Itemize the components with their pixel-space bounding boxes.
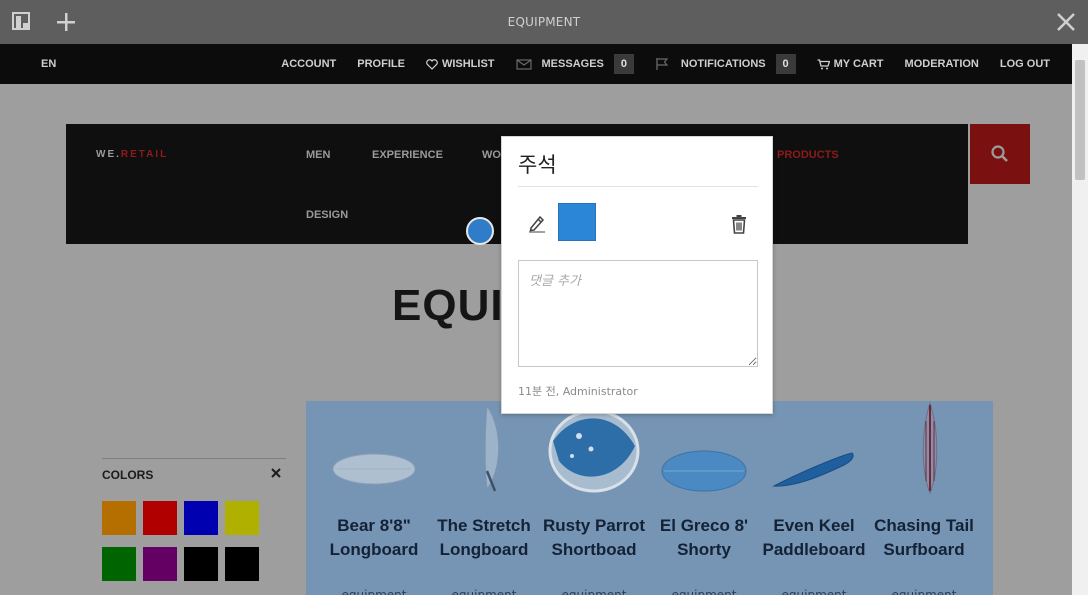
search-button[interactable] xyxy=(970,124,1030,184)
product-image xyxy=(429,401,539,506)
nav-item-men[interactable]: MEN xyxy=(306,149,330,161)
product-card[interactable]: The Stretch Longboard equipment xyxy=(429,401,539,595)
envelope-icon xyxy=(515,58,532,70)
annotation-popup: 주석 11분 전, Administrator xyxy=(501,136,773,414)
product-category: equipment xyxy=(451,588,517,595)
profile-link[interactable]: PROFILE xyxy=(357,58,405,70)
color-swatch[interactable] xyxy=(143,547,177,581)
annotation-color-picker[interactable] xyxy=(558,203,596,241)
notifications-label: NOTIFICATIONS xyxy=(680,58,766,70)
utility-links: ACCOUNT PROFILE WISHLIST MESSAGES 0 NOTI… xyxy=(260,44,1050,84)
logout-label: LOG OUT xyxy=(999,58,1050,70)
product-category: equipment xyxy=(891,588,957,595)
cart-link[interactable]: MY CART xyxy=(817,58,884,70)
moderation-label: MODERATION xyxy=(904,58,979,70)
language-link[interactable]: EN xyxy=(41,58,56,70)
color-swatch[interactable] xyxy=(143,501,177,535)
editor-title: EQUIPMENT xyxy=(507,15,581,29)
color-swatch[interactable] xyxy=(225,547,259,581)
search-icon xyxy=(991,145,1008,162)
site-logo[interactable]: WE.RETAIL xyxy=(96,149,168,160)
utility-bar: EN ACCOUNT PROFILE WISHLIST MESSAGES 0 N… xyxy=(0,44,1072,84)
product-name: El Greco 8' Shorty xyxy=(659,516,749,559)
nav-item-products[interactable]: PRODUCTS xyxy=(777,149,839,161)
messages-label: MESSAGES xyxy=(541,58,604,70)
logout-link[interactable]: LOG OUT xyxy=(1000,58,1050,70)
nav-item-women[interactable]: WO xyxy=(482,149,501,161)
vertical-scrollbar[interactable] xyxy=(1072,44,1088,595)
product-card[interactable]: Even Keel Paddleboard equipment xyxy=(759,401,869,595)
flag-icon xyxy=(656,58,669,70)
sketch-pen-icon[interactable] xyxy=(527,213,547,237)
wishlist-label: WISHLIST xyxy=(441,58,495,70)
colors-filter: COLORS xyxy=(102,458,286,581)
scrollbar-thumb[interactable] xyxy=(1075,60,1085,180)
product-image xyxy=(319,401,429,506)
product-card[interactable]: Chasing Tail Surfboard equipment xyxy=(869,401,979,595)
product-image xyxy=(539,401,649,506)
color-swatch[interactable] xyxy=(184,501,218,535)
colors-title: COLORS xyxy=(102,468,154,482)
close-icon[interactable] xyxy=(270,467,282,482)
nav-item-experience[interactable]: EXPERIENCE xyxy=(372,149,443,161)
annotation-meta: 11분 전, Administrator xyxy=(518,385,638,398)
heart-icon xyxy=(426,58,438,70)
account-link[interactable]: ACCOUNT xyxy=(281,58,336,70)
comment-input[interactable] xyxy=(518,260,758,367)
colors-header: COLORS xyxy=(102,459,286,489)
divider xyxy=(518,186,758,187)
color-swatch[interactable] xyxy=(225,501,259,535)
product-grid: Bear 8'8" Longboard equipment The Stretc… xyxy=(306,401,993,595)
logo-prefix: WE. xyxy=(96,149,121,160)
logo-suffix: RETAIL xyxy=(120,149,169,160)
product-category: equipment xyxy=(671,588,737,595)
color-swatch[interactable] xyxy=(102,547,136,581)
editor-toolbar: EQUIPMENT xyxy=(0,0,1088,44)
annotation-title: 주석 xyxy=(518,153,557,177)
moderation-link[interactable]: MODERATION xyxy=(905,58,979,70)
product-name: Even Keel Paddleboard xyxy=(762,516,866,559)
cart-icon xyxy=(817,58,830,69)
product-name: Bear 8'8" Longboard xyxy=(329,516,419,559)
product-card[interactable]: El Greco 8' Shorty equipment xyxy=(649,401,759,595)
page-title: EQUI xyxy=(392,281,504,330)
trash-icon[interactable] xyxy=(730,214,748,238)
product-name: The Stretch Longboard xyxy=(437,516,531,559)
product-image xyxy=(869,401,979,506)
product-card[interactable]: Rusty Parrot Shortboad equipment xyxy=(539,401,649,595)
product-image xyxy=(759,401,869,506)
cart-label: MY CART xyxy=(833,58,884,70)
profile-label: PROFILE xyxy=(357,58,405,70)
close-icon[interactable] xyxy=(1054,10,1078,34)
wishlist-link[interactable]: WISHLIST xyxy=(426,58,495,70)
product-image xyxy=(649,401,759,506)
product-category: equipment xyxy=(561,588,627,595)
nav-item-design[interactable]: DESIGN xyxy=(306,209,348,221)
color-swatches xyxy=(102,501,286,581)
product-category: equipment xyxy=(781,588,847,595)
color-swatch[interactable] xyxy=(102,501,136,535)
account-label: ACCOUNT xyxy=(281,58,337,70)
product-name: Rusty Parrot Shortboad xyxy=(542,516,646,559)
notifications-link[interactable]: NOTIFICATIONS 0 xyxy=(655,54,796,74)
product-name: Chasing Tail Surfboard xyxy=(874,516,974,559)
color-swatch[interactable] xyxy=(184,547,218,581)
messages-link[interactable]: MESSAGES 0 xyxy=(515,54,634,74)
notifications-count-badge: 0 xyxy=(775,54,796,74)
annotation-pin[interactable] xyxy=(466,217,494,245)
product-card[interactable]: Bear 8'8" Longboard equipment xyxy=(319,401,429,595)
product-category: equipment xyxy=(341,588,407,595)
messages-count-badge: 0 xyxy=(613,54,634,74)
